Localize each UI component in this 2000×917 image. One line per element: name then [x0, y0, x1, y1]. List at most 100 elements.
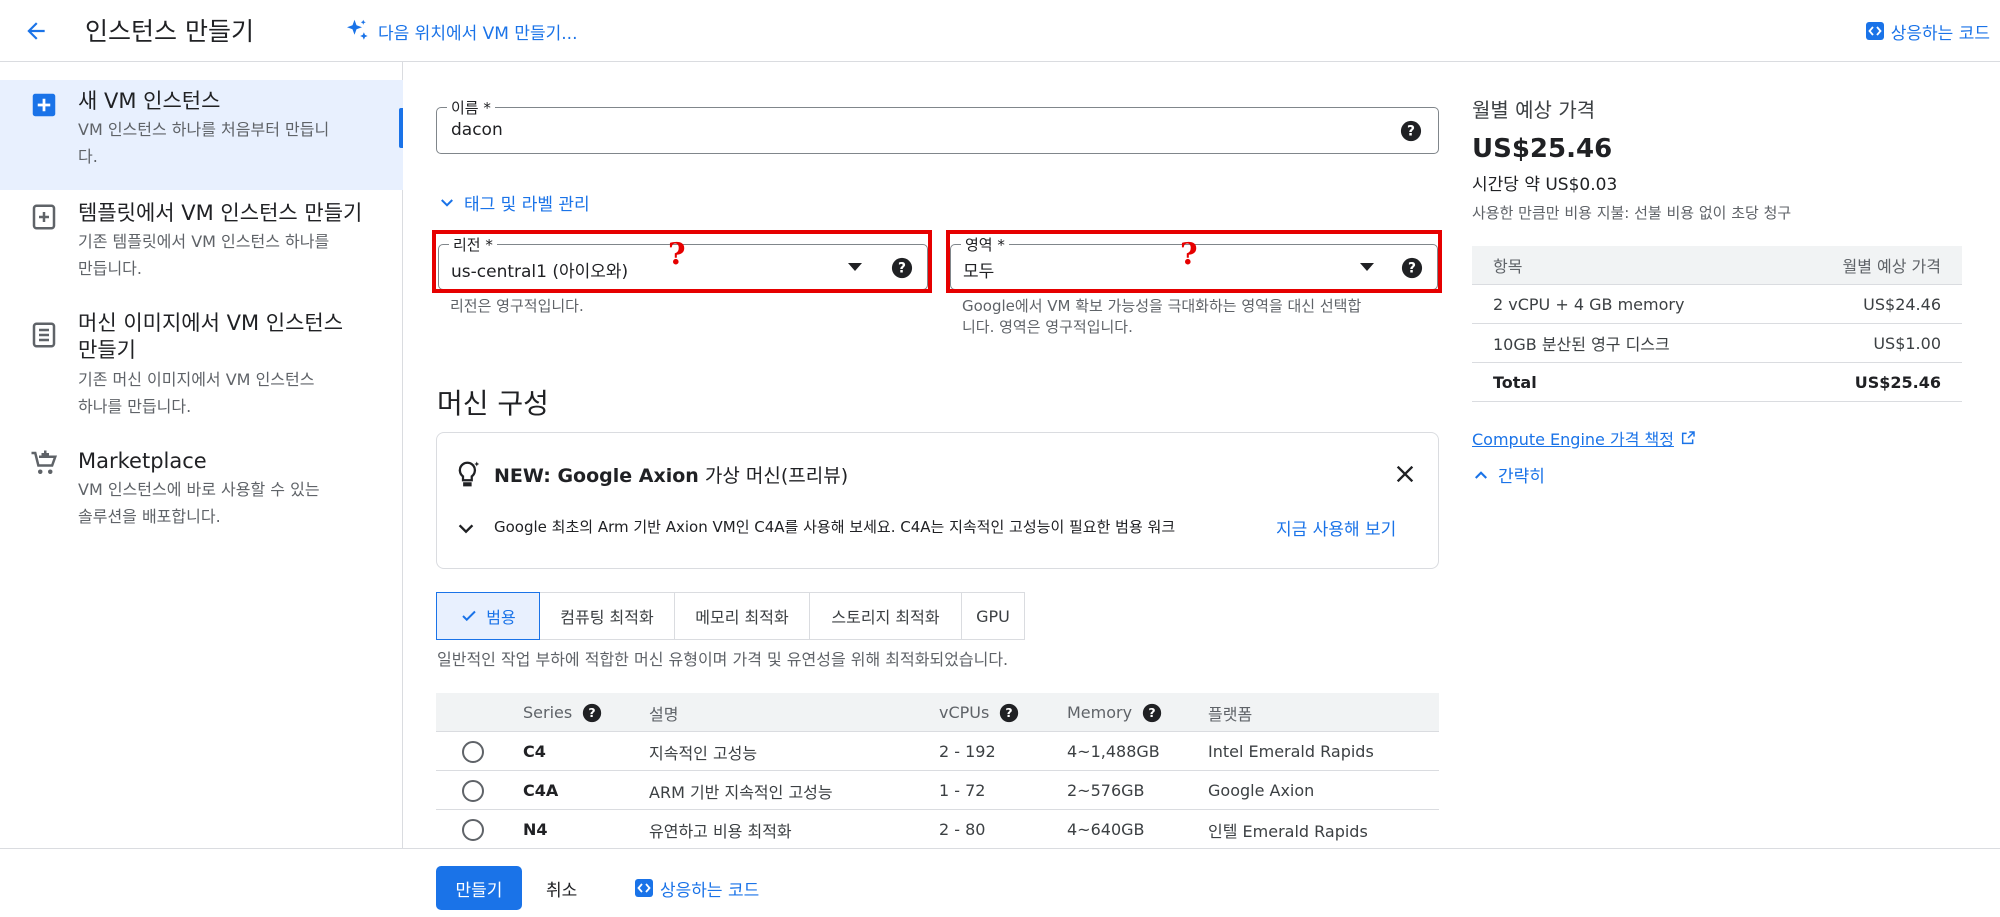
check-icon [462, 610, 476, 622]
price-row-price: US$1.00 [1873, 333, 1941, 353]
manage-tags-labels-label: 태그 및 라벨 관리 [464, 195, 590, 215]
equivalent-code-bottom-button[interactable]: 상응하는 코드 [634, 866, 759, 910]
sidebar-item-new-vm[interactable]: 새 VM 인스턴스 VM 인스턴스 하나를 처음부터 만듭니 다. [0, 80, 403, 190]
series-radio[interactable] [462, 779, 484, 802]
lightbulb-sparkle-icon [458, 461, 480, 487]
series-memory: 4~1,488GB [1067, 742, 1160, 761]
tab-label: 메모리 최적화 [695, 608, 789, 627]
tab-storage-optimized[interactable]: 스토리지 최적화 [809, 592, 962, 640]
sidebar-item-title: 새 VM 인스턴스 [78, 89, 221, 113]
expand-chevron-icon[interactable] [455, 518, 477, 540]
header-series-label: Series [523, 703, 573, 722]
series-name: C4 [523, 742, 546, 761]
series-radio[interactable] [462, 740, 484, 763]
series-memory: 2~576GB [1067, 781, 1145, 800]
equivalent-code-button[interactable]: 상응하는 코드 [1865, 14, 1990, 48]
price-total-value: US$25.46 [1854, 372, 1941, 392]
tab-gpu[interactable]: GPU [961, 592, 1025, 640]
series-memory: 4~640GB [1067, 820, 1145, 839]
svg-text:?: ? [1006, 705, 1013, 720]
svg-text:?: ? [1148, 705, 1155, 720]
help-icon[interactable]: ? [1400, 120, 1422, 142]
series-vcpus: 1 - 72 [939, 781, 986, 800]
code-icon [635, 879, 653, 897]
help-icon[interactable]: ? [1142, 703, 1162, 723]
close-icon[interactable] [1394, 463, 1416, 485]
series-radio[interactable] [462, 818, 484, 841]
sidebar-item-desc: 기존 머신 이미지에서 VM 인스턴스 하나를 만듭니다. [78, 370, 315, 416]
name-input-value[interactable]: dacon [451, 120, 503, 140]
tab-memory-optimized[interactable]: 메모리 최적화 [674, 592, 810, 640]
collapse-pricing-button[interactable]: 간략히 [1472, 462, 1545, 487]
template-add-icon [32, 204, 56, 230]
price-row-item: 2 vCPU + 4 GB memory [1493, 294, 1685, 314]
sidebar-item-from-machine-image[interactable]: 머신 이미지에서 VM 인스턴스 만들기 기존 머신 이미지에서 VM 인스턴스… [0, 304, 403, 434]
top-bar: 인스턴스 만들기 다음 위치에서 VM 만들기... 상응하는 코드 [0, 0, 2000, 62]
chevron-up-icon [1475, 470, 1487, 479]
equivalent-code-label: 상응하는 코드 [660, 880, 760, 901]
price-row-price: US$24.46 [1863, 294, 1941, 314]
zone-hint: Google에서 VM 확보 가능성을 극대화하는 영역을 대신 선택합 니다.… [962, 297, 1362, 336]
active-indicator [399, 108, 403, 148]
name-field-label: 이름 * [447, 97, 495, 118]
region-hint: 리전은 영구적입니다. [450, 297, 584, 315]
tab-general-purpose[interactable]: 범용 [436, 592, 540, 640]
series-vcpus: 2 - 80 [939, 820, 986, 839]
help-icon[interactable]: ? [999, 703, 1019, 723]
series-name: N4 [523, 820, 548, 839]
table-header-row: Series ? 설명 vCPUs ? Memory ? 플랫폼 [436, 693, 1439, 732]
tab-label: 컴퓨팅 최적화 [560, 608, 654, 627]
price-header-price: 월별 예상 가격 [1842, 257, 1942, 276]
header-platform: 플랫폼 [1208, 704, 1253, 724]
marketplace-cart-icon [31, 450, 58, 474]
back-button[interactable] [18, 13, 54, 49]
create-button[interactable]: 만들기 [436, 866, 522, 910]
sidebar-item-title: Marketplace [78, 449, 207, 473]
billing-note: 사용한 만큼만 비용 지불: 선불 비용 없이 초당 청구 [1472, 204, 1792, 222]
table-row[interactable]: N4 유연하고 비용 최적화 2 - 80 4~640GB 인텔 Emerald… [436, 810, 1439, 849]
equivalent-code-label: 상응하는 코드 [1890, 23, 1990, 44]
page-title: 인스턴스 만들기 [85, 17, 254, 46]
price-row: 10GB 분산된 영구 디스크 US$1.00 [1472, 324, 1962, 363]
series-vcpus: 2 - 192 [939, 742, 996, 761]
tab-label: 스토리지 최적화 [831, 608, 940, 627]
sidebar-item-title: 머신 이미지에서 VM 인스턴스 만들기 [78, 311, 344, 362]
chevron-down-icon [441, 198, 453, 207]
table-row[interactable]: C4A ARM 기반 지속적인 고성능 1 - 72 2~576GB Googl… [436, 771, 1439, 810]
table-row[interactable]: C4 지속적인 고성능 2 - 192 4~1,488GB Intel Emer… [436, 732, 1439, 771]
price-table-header: 항목 월별 예상 가격 [1472, 246, 1962, 285]
price-total-label: Total [1493, 372, 1537, 392]
code-icon [1865, 22, 1884, 40]
header-vcpus: vCPUs ? [939, 693, 1019, 732]
tab-compute-optimized[interactable]: 컴퓨팅 최적화 [539, 592, 675, 640]
pricing-link[interactable]: Compute Engine 가격 책정 [1472, 426, 1696, 450]
collapse-label: 간략히 [1498, 467, 1545, 487]
header-memory: Memory ? [1067, 693, 1162, 732]
create-vm-elsewhere-label: 다음 위치에서 VM 만들기... [378, 23, 578, 44]
sidebar-item-desc: VM 인스턴스 하나를 처음부터 만듭니 다. [78, 120, 330, 166]
help-icon[interactable]: ? [582, 703, 602, 723]
series-platform: Intel Emerald Rapids [1208, 742, 1374, 761]
header-series: Series ? [523, 693, 602, 732]
header-description: 설명 [649, 704, 679, 724]
sidebar-item-desc: 기존 템플릿에서 VM 인스턴스 하나를 만듭니다. [78, 232, 330, 278]
manage-tags-labels-link[interactable]: 태그 및 라벨 관리 [438, 190, 590, 215]
series-platform: 인텔 Emerald Rapids [1208, 821, 1368, 841]
series-platform: Google Axion [1208, 781, 1315, 800]
try-now-link[interactable]: 지금 사용해 보기 [1276, 515, 1396, 540]
name-field[interactable]: 이름 * dacon ? [436, 97, 1439, 154]
hourly-price: 시간당 약 US$0.03 [1472, 175, 1618, 195]
sparkle-icon [347, 19, 368, 40]
machine-config-title: 머신 구성 [437, 387, 549, 420]
zone-question-mark: ? [1180, 237, 1198, 272]
banner-body: Google 최초의 Arm 기반 Axion VM인 C4A를 사용해 보세요… [494, 518, 1176, 536]
svg-text:?: ? [1407, 124, 1415, 140]
create-vm-elsewhere-link[interactable]: 다음 위치에서 VM 만들기... [342, 14, 577, 48]
sidebar-item-from-template[interactable]: 템플릿에서 VM 인스턴스 만들기 기존 템플릿에서 VM 인스턴스 하나를 만… [0, 196, 403, 296]
cancel-button[interactable]: 취소 [546, 866, 577, 910]
header-memory-label: Memory [1067, 703, 1133, 722]
sidebar-item-marketplace[interactable]: Marketplace VM 인스턴스에 바로 사용할 수 있는 솔루션을 배포… [0, 442, 403, 532]
sidebar-item-desc: VM 인스턴스에 바로 사용할 수 있는 솔루션을 배포합니다. [78, 480, 320, 526]
pricing-link-label: Compute Engine 가격 책정 [1472, 430, 1674, 449]
open-in-new-icon [1681, 431, 1695, 445]
